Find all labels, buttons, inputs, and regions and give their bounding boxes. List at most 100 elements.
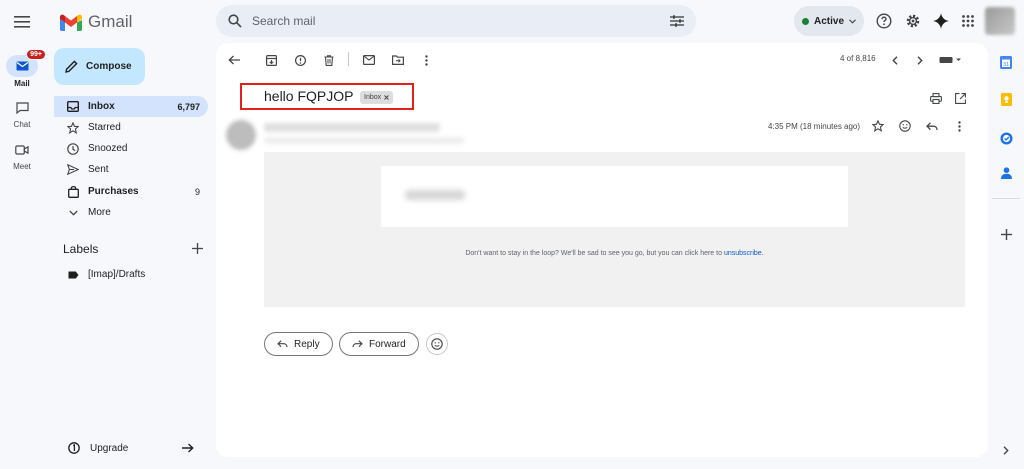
gmail-logo[interactable]: Gmail bbox=[60, 10, 132, 34]
star-icon bbox=[872, 120, 884, 132]
rail-mail-label: Mail bbox=[14, 79, 30, 88]
star-button[interactable] bbox=[869, 117, 887, 135]
sidebar-item-purchases[interactable]: Purchases 9 bbox=[54, 181, 208, 202]
get-addons-button[interactable] bbox=[996, 224, 1016, 244]
reply-button[interactable]: Reply bbox=[264, 332, 333, 356]
keep-app-button[interactable] bbox=[996, 89, 1016, 109]
close-icon[interactable] bbox=[384, 95, 389, 100]
compose-button[interactable]: Compose bbox=[54, 48, 145, 85]
chevron-down-icon bbox=[849, 18, 856, 24]
status-label: Active bbox=[814, 15, 845, 27]
unsubscribe-link[interactable]: unsubscribe bbox=[724, 250, 762, 257]
chevron-down-icon bbox=[68, 210, 78, 216]
more-actions-button[interactable] bbox=[417, 51, 435, 69]
reply-icon-button[interactable] bbox=[923, 117, 941, 135]
labels-heading: Labels bbox=[63, 242, 99, 256]
tasks-app-button[interactable] bbox=[996, 128, 1016, 148]
report-icon bbox=[294, 54, 306, 66]
reply-icon bbox=[926, 121, 938, 130]
upgrade-label: Upgrade bbox=[90, 442, 129, 454]
inbox-icon bbox=[67, 101, 79, 112]
gemini-button[interactable] bbox=[930, 10, 952, 32]
main-menu-button[interactable] bbox=[11, 11, 33, 33]
move-to-button[interactable] bbox=[389, 51, 407, 69]
email-footer: Don't want to stay in the loop? We'll be… bbox=[264, 250, 965, 257]
arrow-right-icon bbox=[182, 443, 194, 453]
contacts-app-button[interactable] bbox=[996, 163, 1016, 183]
sender-avatar[interactable] bbox=[226, 120, 256, 150]
sidebar-item-label: [Imap]/Drafts bbox=[88, 269, 146, 280]
status-selector[interactable]: Active bbox=[794, 6, 864, 36]
search-icon[interactable] bbox=[228, 14, 242, 28]
more-vert-icon bbox=[424, 54, 428, 66]
add-label-button[interactable] bbox=[189, 240, 205, 256]
clock-icon bbox=[67, 142, 79, 155]
mark-unread-button[interactable] bbox=[360, 51, 378, 69]
apps-grid-icon bbox=[962, 15, 974, 27]
rail-chat-label: Chat bbox=[13, 120, 31, 129]
toolbar-divider bbox=[348, 52, 349, 66]
hamburger-icon bbox=[14, 16, 30, 28]
footer-period: . bbox=[761, 250, 764, 257]
pagination-text: 4 of 8,816 bbox=[840, 54, 876, 63]
open-in-new-icon bbox=[954, 92, 966, 104]
plus-icon bbox=[1000, 228, 1012, 240]
open-new-window-button[interactable] bbox=[951, 89, 969, 107]
settings-button[interactable] bbox=[902, 10, 924, 32]
search-options-icon[interactable] bbox=[670, 15, 684, 27]
sidebar-item-label: Purchases bbox=[88, 186, 139, 197]
message-timestamp: 4:35 PM (18 minutes ago) bbox=[768, 122, 861, 131]
apps-button[interactable] bbox=[957, 10, 979, 32]
sidebar-item-label-drafts[interactable]: [Imap]/Drafts bbox=[54, 264, 208, 285]
add-reaction-button[interactable] bbox=[896, 117, 914, 135]
pencil-icon bbox=[65, 60, 78, 73]
sidebar-item-inbox[interactable]: Inbox 6,797 bbox=[54, 96, 208, 117]
contacts-icon bbox=[1000, 167, 1012, 179]
account-avatar[interactable] bbox=[985, 7, 1015, 35]
chip-label: Inbox bbox=[364, 94, 382, 101]
sidebar-item-label: Starred bbox=[88, 122, 121, 133]
calendar-app-button[interactable]: 31 bbox=[996, 52, 1016, 72]
more-vert-icon bbox=[957, 120, 961, 132]
rail-meet[interactable]: Meet bbox=[0, 139, 44, 171]
email-subject: hello FQPJOP bbox=[264, 88, 354, 104]
sidebar-item-more[interactable]: More bbox=[54, 202, 208, 223]
mail-icon bbox=[16, 61, 28, 71]
rail-chat[interactable]: Chat bbox=[0, 97, 44, 129]
plus-icon bbox=[191, 242, 203, 254]
emoji-icon bbox=[431, 338, 443, 350]
unread-count: 9 bbox=[194, 186, 200, 197]
search-bar[interactable]: Search mail bbox=[216, 5, 696, 37]
send-icon bbox=[67, 164, 79, 175]
rail-mail[interactable]: 99+ Mail bbox=[0, 49, 46, 88]
forward-button[interactable]: Forward bbox=[339, 332, 419, 356]
footer-text: Don't want to stay in the loop? We'll be… bbox=[465, 250, 722, 257]
label-icon bbox=[68, 271, 78, 278]
video-icon bbox=[15, 145, 29, 155]
status-dot bbox=[802, 17, 809, 25]
archive-button[interactable] bbox=[262, 51, 280, 69]
label-chip-inbox[interactable]: Inbox bbox=[360, 91, 394, 104]
arrow-left-icon bbox=[228, 55, 240, 65]
sender-name-redacted bbox=[264, 123, 440, 132]
tasks-icon bbox=[1000, 132, 1012, 144]
help-button[interactable] bbox=[873, 10, 895, 32]
content-redacted bbox=[405, 190, 465, 200]
print-icon bbox=[930, 92, 942, 104]
expand-side-panel-button[interactable] bbox=[996, 440, 1016, 460]
print-button[interactable] bbox=[927, 89, 945, 107]
sidebar-item-snoozed[interactable]: Snoozed bbox=[54, 138, 208, 159]
search-input[interactable]: Search mail bbox=[252, 14, 670, 28]
newer-button[interactable] bbox=[886, 51, 904, 69]
recipient-redacted bbox=[264, 137, 464, 144]
sidebar-item-sent[interactable]: Sent bbox=[54, 159, 208, 180]
sidebar-item-starred[interactable]: Starred bbox=[54, 117, 208, 138]
back-button[interactable] bbox=[225, 51, 243, 69]
emoji-reaction-button[interactable] bbox=[426, 333, 448, 355]
older-button[interactable] bbox=[911, 51, 929, 69]
input-tools-button[interactable] bbox=[938, 51, 964, 69]
delete-button[interactable] bbox=[320, 51, 338, 69]
message-more-button[interactable] bbox=[950, 117, 968, 135]
upgrade-button[interactable]: Upgrade bbox=[58, 436, 204, 460]
report-spam-button[interactable] bbox=[291, 51, 309, 69]
